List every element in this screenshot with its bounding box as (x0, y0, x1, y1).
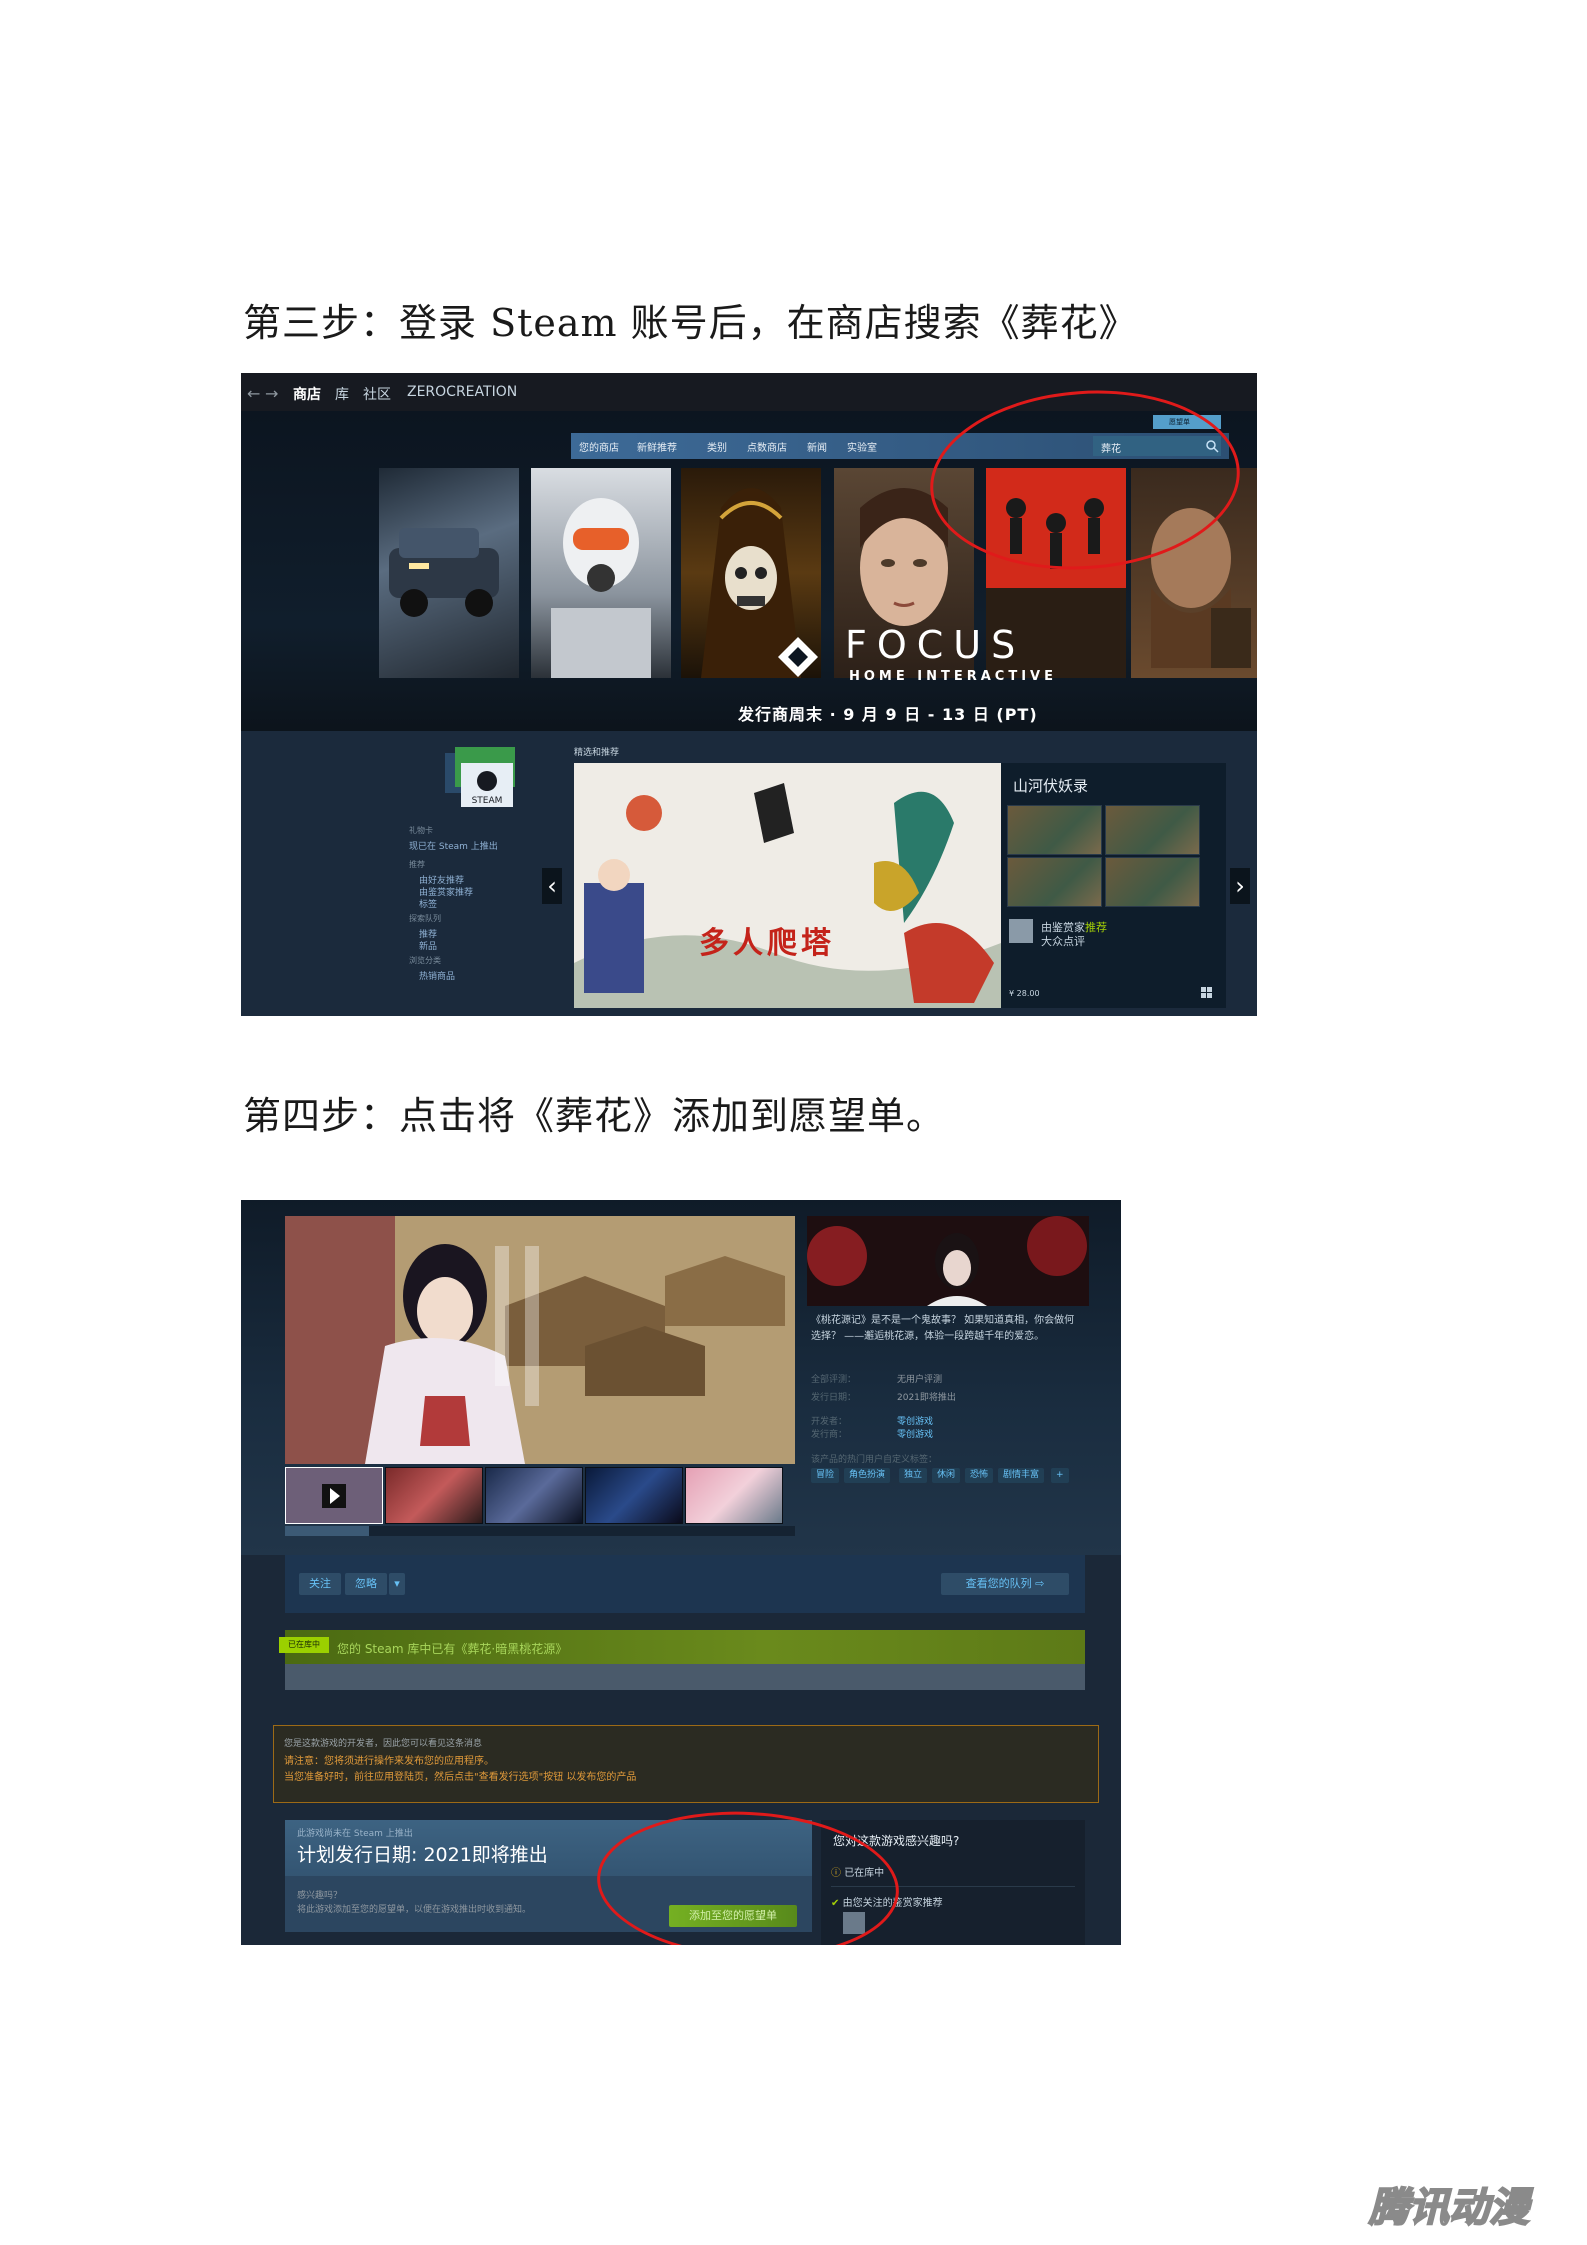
dev-notice-line2: 请注意：您将须进行操作来发布您的应用程序。 (284, 1756, 494, 1767)
interest-question: 感兴趣吗？ (297, 1891, 343, 1901)
meta-reviews-label: 全部评测： (811, 1375, 857, 1385)
thumb-scrollbar[interactable] (285, 1526, 795, 1536)
dev-notice-line1: 您是这款游戏的开发者，因此您可以看见这条消息 (284, 1739, 483, 1749)
step4-heading: 第四步：点击将《葬花》添加到愿望单。 (243, 1094, 946, 1138)
sidebar-item-tags[interactable]: 标签 (419, 897, 437, 910)
meta-publisher-label: 发行商： (811, 1430, 848, 1440)
sidebar-queue-heading: 探索队列 (409, 914, 441, 923)
featured-art-title: 多人爬塔 (699, 926, 835, 961)
publisher-weekend-promo[interactable]: 发行商周末 · 9 月 9 日 - 13 日 (PT) (738, 701, 1038, 725)
featured-thumb-2[interactable] (1105, 805, 1200, 855)
svg-text:STEAM: STEAM (472, 796, 503, 806)
interest-subtext: 将此游戏添加至您的愿望单，以便在游戏推出时收到通知。 (297, 1905, 532, 1915)
meta-release-value: 2021即将推出 (897, 1393, 956, 1403)
subnav-new[interactable]: 新鲜推荐 (637, 439, 677, 454)
curator-highlight: 推荐 (1085, 921, 1107, 934)
poster-sniper-game[interactable] (531, 468, 671, 678)
nav-community-tab[interactable]: 社区 (363, 384, 391, 404)
featured-thumb-4[interactable] (1105, 857, 1200, 907)
curator-avatar (1009, 919, 1033, 943)
sidebar-gift-heading: 礼物卡 (409, 826, 433, 835)
tags-label: 该产品的热门用户自定义标签： (811, 1455, 938, 1465)
nav-username[interactable]: ZEROCREATION (407, 384, 517, 400)
subnav-labs[interactable]: 实验室 (847, 439, 877, 454)
steam-store-screenshot: ← → 商店 库 社区 ZEROCREATION 愿望单 您的商店 新鲜推荐 类… (241, 373, 1257, 1016)
subnav-categories[interactable]: 类别 (707, 439, 727, 454)
meta-reviews-value: 无用户评测 (897, 1375, 943, 1385)
focus-brand: FOCUS (845, 623, 1026, 667)
featured-price: ¥ 28.00 (1009, 989, 1040, 998)
thumb-4[interactable] (585, 1467, 683, 1524)
release-small-text: 此游戏尚未在 Steam 上推出 (297, 1829, 413, 1839)
follow-button[interactable]: 关注 (299, 1573, 341, 1595)
nav-library-tab[interactable]: 库 (335, 384, 349, 404)
in-library-badge: 已在库中 (279, 1637, 329, 1653)
meta-publisher-value[interactable]: 零创游戏 (897, 1427, 933, 1440)
ignore-dropdown-chevron-icon[interactable]: ▾ (389, 1573, 405, 1595)
subnav-points[interactable]: 点数商店 (747, 439, 787, 454)
featured-thumb-3[interactable] (1007, 857, 1102, 907)
tag-more[interactable]: + (1051, 1468, 1069, 1483)
view-queue-button[interactable]: 查看您的队列 ⇨ (941, 1573, 1069, 1595)
subnav-your-store[interactable]: 您的商店 (579, 439, 619, 454)
watermark-text: 腾讯动漫 (1368, 2185, 1534, 2231)
meta-developer-value[interactable]: 零创游戏 (897, 1414, 933, 1427)
carousel-prev-arrow-icon[interactable]: ‹ (542, 868, 562, 904)
forward-arrow-icon[interactable]: → (265, 384, 278, 403)
queue-arrow-icon: ⇨ (1035, 1577, 1045, 1590)
curator-recommend-line2: 大众点评 (1041, 935, 1085, 948)
poster-car-game[interactable] (379, 468, 519, 678)
featured-thumb-1[interactable] (1007, 805, 1102, 855)
nav-store-tab[interactable]: 商店 (293, 384, 321, 404)
meta-release-label: 发行日期： (811, 1393, 857, 1403)
focus-brand-sub: HOME INTERACTIVE (849, 669, 1057, 684)
thumb-video[interactable] (285, 1467, 383, 1524)
back-arrow-icon[interactable]: ← (247, 384, 260, 403)
sidebar-item-top-sellers[interactable]: 热销商品 (419, 969, 455, 982)
in-library-text: 您的 Steam 库中已有《葬花·暗黑桃花源》 (337, 1642, 568, 1656)
steam-gift-card[interactable]: STEAM (441, 745, 521, 815)
steam-game-page-screenshot: 《桃花源记》是不是一个鬼故事？ 如果知道真相，你会做何选择？ ——邂逅桃花源，体… (241, 1200, 1121, 1945)
developer-notice: 您是这款游戏的开发者，因此您可以看见这条消息 请注意：您将须进行操作来发布您的应… (273, 1725, 1099, 1803)
featured-capsule-image[interactable]: 多人爬塔 (574, 763, 1001, 1008)
tag-casual[interactable]: 休闲 (932, 1468, 961, 1483)
watermark-logo: 腾讯动漫 (1323, 2183, 1575, 2232)
tag-indie[interactable]: 独立 (899, 1468, 928, 1483)
tag-rpg[interactable]: 角色扮演 (844, 1468, 891, 1483)
subnav-news[interactable]: 新闻 (807, 439, 827, 454)
meta-developer-label: 开发者： (811, 1417, 848, 1427)
thumb-2[interactable] (385, 1467, 483, 1524)
tag-adventure[interactable]: 冒险 (811, 1468, 840, 1483)
carousel-next-arrow-icon[interactable]: › (1230, 868, 1250, 904)
thumb-5[interactable] (685, 1467, 783, 1524)
thumb-3[interactable] (485, 1467, 583, 1524)
sidebar-gift-link[interactable]: 现已在 Steam 上推出 (409, 839, 498, 852)
main-screenshot[interactable] (285, 1216, 795, 1464)
sidebar-browse-heading: 浏览分类 (409, 956, 441, 965)
sidebar-recommended-heading: 推荐 (409, 860, 425, 869)
in-library-strip (285, 1664, 1085, 1690)
game-capsule-image (807, 1216, 1089, 1306)
dev-notice-line3[interactable]: 当您准备好时，前往应用登陆页，然后点击"查看发行选项"按钮 以发布您的产品 (284, 1768, 636, 1783)
game-description: 《桃花源记》是不是一个鬼故事？ 如果知道真相，你会做何选择？ ——邂逅桃花源，体… (811, 1315, 1075, 1342)
sidebar-item-queue-new[interactable]: 新品 (419, 939, 437, 952)
featured-side-panel[interactable]: 山河伏妖录 由鉴赏家推荐 大众点评 ¥ 28.00 (1001, 763, 1226, 1008)
release-date-text: 计划发行日期: 2021即将推出 (297, 1844, 548, 1866)
view-queue-label: 查看您的队列 (965, 1577, 1032, 1590)
thumb-scrollbar-handle[interactable] (285, 1526, 369, 1536)
featured-heading: 精选和推荐 (574, 748, 620, 758)
tag-horror[interactable]: 恐怖 (965, 1468, 994, 1483)
step3-heading: 第三步：登录 Steam 账号后，在商店搜索《葬花》 (243, 301, 1138, 345)
ignore-button[interactable]: 忽略 (345, 1573, 387, 1595)
tag-story-rich[interactable]: 剧情丰富 (998, 1468, 1045, 1483)
featured-game-title: 山河伏妖录 (1013, 777, 1089, 795)
windows-icon (1201, 987, 1212, 998)
